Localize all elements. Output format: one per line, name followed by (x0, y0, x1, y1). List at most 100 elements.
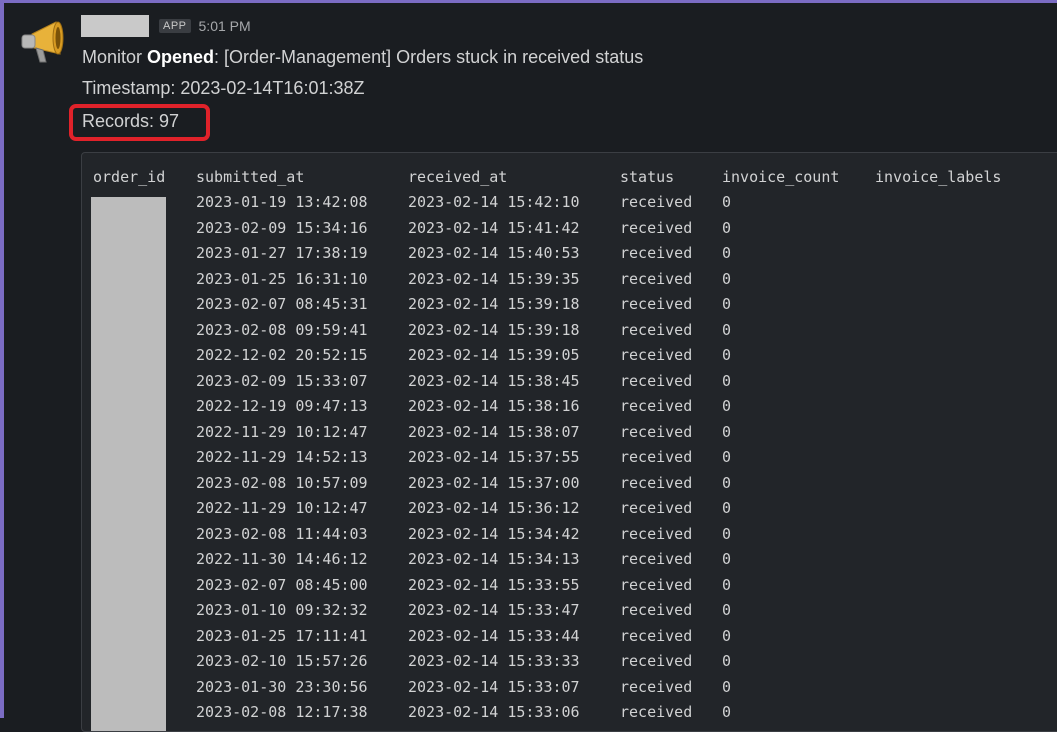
sender-name-redacted[interactable] (81, 15, 149, 37)
submitted-at-cell: 2023-02-09 15:34:16 (196, 218, 368, 237)
submitted-at-cell: 2022-11-29 10:12:47 (196, 499, 368, 517)
invoice-count-cell: 0 (722, 677, 732, 696)
table-header-row: order_id submitted_at received_at status… (82, 165, 1001, 190)
submitted-at-cell: 2023-01-19 13:42:08 (196, 193, 368, 211)
submitted-at-cell: 2022-12-02 20:52:15 (196, 346, 368, 364)
invoice-count-cell: 0 (722, 295, 732, 313)
invoice-count-cell: 0 (722, 575, 732, 594)
window-frame-top (0, 0, 1057, 3)
status-cell: received (620, 677, 693, 696)
received-at-cell: 2023-02-14 15:38:45 (408, 371, 580, 390)
received-at-cell: 2023-02-14 15:33:55 (408, 575, 580, 594)
submitted-at-cell: 2022-12-19 09:47:13 (196, 397, 368, 415)
header-status: status (620, 168, 675, 186)
status-cell: received (620, 422, 693, 441)
header-submitted-at: submitted_at (196, 168, 305, 186)
status-cell: received (620, 550, 693, 568)
status-cell: received (620, 601, 693, 619)
submitted-at-cell: 2023-02-10 15:57:26 (196, 652, 368, 670)
message-header: APP 5:01 PM (81, 14, 251, 38)
status-cell: received (620, 575, 693, 594)
received-at-cell: 2023-02-14 15:41:42 (408, 218, 580, 237)
received-at-cell: 2023-02-14 15:33:33 (408, 652, 580, 670)
submitted-at-cell: 2023-01-25 16:31:10 (196, 269, 368, 288)
invoice-count-cell: 0 (722, 218, 732, 237)
status-cell: received (620, 652, 693, 670)
received-at-cell: 2023-02-14 15:42:10 (408, 193, 580, 211)
received-at-cell: 2023-02-14 15:34:13 (408, 550, 580, 568)
status-cell: received (620, 448, 693, 466)
received-at-cell: 2023-02-14 15:37:55 (408, 448, 580, 466)
submitted-at-cell: 2023-02-09 15:33:07 (196, 371, 368, 390)
monitor-status: Opened (147, 47, 215, 67)
invoice-count-cell: 0 (722, 703, 732, 721)
timestamp-line: Timestamp: 2023-02-14T16:01:38Z (82, 78, 365, 98)
invoice-count-cell: 0 (722, 550, 732, 568)
window-frame-left (0, 0, 4, 718)
invoice-count-cell: 0 (722, 244, 732, 262)
received-at-cell: 2023-02-14 15:37:00 (408, 473, 580, 492)
status-cell: received (620, 218, 693, 237)
submitted-at-cell: 2023-01-10 09:32:32 (196, 601, 368, 619)
received-at-cell: 2023-02-14 15:39:18 (408, 295, 580, 313)
received-at-cell: 2023-02-14 15:39:18 (408, 320, 580, 339)
submitted-at-cell: 2023-02-08 09:59:41 (196, 320, 368, 339)
received-at-cell: 2023-02-14 15:33:44 (408, 626, 580, 645)
monitor-title-line: Monitor Opened: [Order-Management] Order… (82, 47, 643, 68)
invoice-count-cell: 0 (722, 626, 732, 645)
submitted-at-cell: 2022-11-29 10:12:47 (196, 422, 368, 441)
megaphone-icon[interactable] (18, 18, 70, 66)
received-at-cell: 2023-02-14 15:39:05 (408, 346, 580, 364)
received-at-cell: 2023-02-14 15:38:07 (408, 422, 580, 441)
invoice-count-cell: 0 (722, 397, 732, 415)
invoice-count-cell: 0 (722, 193, 732, 211)
header-invoice-labels: invoice_labels (875, 168, 1002, 186)
header-received-at: received_at (408, 168, 508, 186)
received-at-cell: 2023-02-14 15:33:07 (408, 677, 580, 696)
invoice-count-cell: 0 (722, 473, 732, 492)
invoice-count-cell: 0 (722, 601, 732, 619)
invoice-count-cell: 0 (722, 422, 732, 441)
received-at-cell: 2023-02-14 15:39:35 (408, 269, 580, 288)
submitted-at-cell: 2023-01-25 17:11:41 (196, 626, 368, 645)
invoice-count-cell: 0 (722, 371, 732, 390)
status-cell: received (620, 397, 693, 415)
status-cell: received (620, 371, 693, 390)
monitor-title: : [Order-Management] Orders stuck in rec… (214, 47, 644, 67)
received-at-cell: 2023-02-14 15:40:53 (408, 244, 580, 262)
received-at-cell: 2023-02-14 15:34:42 (408, 524, 580, 543)
status-cell: received (620, 524, 693, 543)
invoice-count-cell: 0 (722, 448, 732, 466)
invoice-count-cell: 0 (722, 269, 732, 288)
submitted-at-cell: 2022-11-30 14:46:12 (196, 550, 368, 568)
status-cell: received (620, 295, 693, 313)
status-cell: received (620, 320, 693, 339)
status-cell: received (620, 703, 693, 721)
status-cell: received (620, 473, 693, 492)
submitted-at-cell: 2023-02-07 08:45:00 (196, 575, 368, 594)
status-cell: received (620, 626, 693, 645)
app-badge: APP (159, 19, 191, 33)
received-at-cell: 2023-02-14 15:33:47 (408, 601, 580, 619)
message-time[interactable]: 5:01 PM (199, 18, 251, 34)
order-id-redacted (91, 197, 166, 731)
invoice-count-cell: 0 (722, 499, 732, 517)
status-cell: received (620, 346, 693, 364)
submitted-at-cell: 2023-01-30 23:30:56 (196, 677, 368, 696)
received-at-cell: 2023-02-14 15:36:12 (408, 499, 580, 517)
invoice-count-cell: 0 (722, 320, 732, 339)
submitted-at-cell: 2023-02-08 12:17:38 (196, 703, 368, 721)
code-block[interactable]: order_id submitted_at received_at status… (81, 152, 1057, 732)
status-cell: received (620, 269, 693, 288)
invoice-count-cell: 0 (722, 524, 732, 543)
received-at-cell: 2023-02-14 15:38:16 (408, 397, 580, 415)
header-order-id: order_id (93, 168, 166, 186)
status-cell: received (620, 244, 693, 262)
status-cell: received (620, 499, 693, 517)
status-cell: received (620, 193, 693, 211)
header-invoice-count: invoice_count (722, 168, 840, 186)
invoice-count-cell: 0 (722, 346, 732, 364)
submitted-at-cell: 2022-11-29 14:52:13 (196, 448, 368, 466)
submitted-at-cell: 2023-02-07 08:45:31 (196, 295, 368, 313)
invoice-count-cell: 0 (722, 652, 732, 670)
